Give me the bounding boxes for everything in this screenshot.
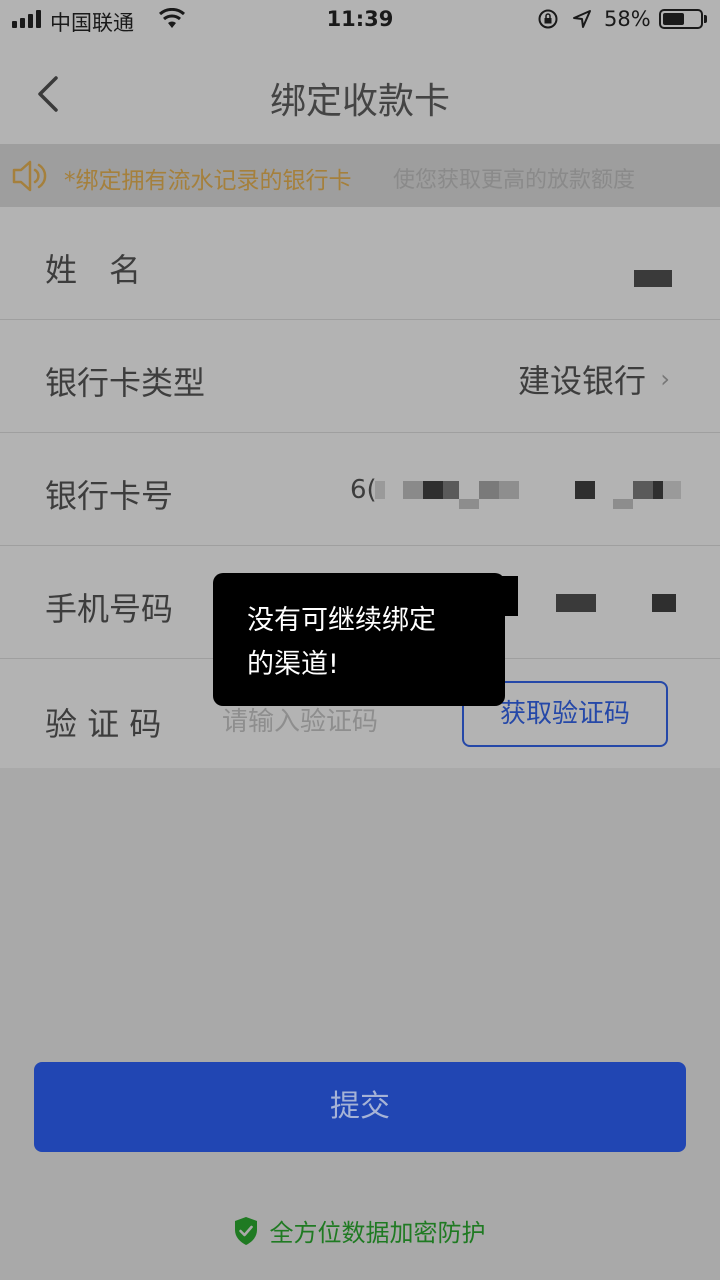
error-toast: 没有可继续绑定 的渠道! [213, 573, 505, 706]
toast-line-1: 没有可继续绑定 [247, 605, 436, 636]
page-title: 绑定收款卡 [269, 81, 450, 122]
notice-secondary-text: 使您获取更高的放款额度 [393, 168, 636, 193]
name-value-redacted [634, 270, 672, 287]
battery-level [663, 13, 684, 25]
card-number-redacted [375, 481, 681, 509]
battery-percent: 58% [604, 7, 651, 31]
code-label: 验 证 码 [45, 705, 162, 743]
battery-icon [659, 9, 703, 29]
security-note-text: 全方位数据加密防护 [269, 1219, 486, 1247]
bank-type-label: 银行卡类型 [45, 364, 206, 402]
rotation-lock-icon [538, 9, 558, 29]
speaker-icon [12, 160, 47, 192]
security-note: 全方位数据加密防护 [0, 1213, 720, 1248]
name-row: 姓 名 [0, 207, 720, 320]
card-number-label: 银行卡号 [45, 477, 174, 515]
submit-button[interactable]: 提交 [34, 1062, 686, 1152]
code-input[interactable]: 请输入验证码 [222, 701, 378, 738]
bank-type-row[interactable]: 银行卡类型 建设银行 › [0, 320, 720, 433]
toast-line-2: 的渠道! [247, 649, 339, 680]
location-arrow-icon [573, 10, 591, 28]
shield-check-icon [235, 1216, 258, 1245]
card-number-row[interactable]: 银行卡号 6( [0, 433, 720, 546]
bank-type-value: 建设银行 [517, 362, 646, 400]
battery-tip [704, 15, 707, 23]
notice-banner: *绑定拥有流水记录的银行卡 使您获取更高的放款额度 [0, 145, 720, 207]
name-label: 姓 名 [45, 251, 142, 289]
status-bar: 中国联通 11:39 58% [0, 0, 720, 40]
card-number-visible-digits: 6( [350, 475, 377, 505]
nav-bar: 绑定收款卡 [0, 40, 720, 145]
notice-highlight-text: *绑定拥有流水记录的银行卡 [64, 168, 352, 194]
chevron-right-icon: › [660, 365, 670, 393]
phone-label: 手机号码 [45, 590, 174, 628]
